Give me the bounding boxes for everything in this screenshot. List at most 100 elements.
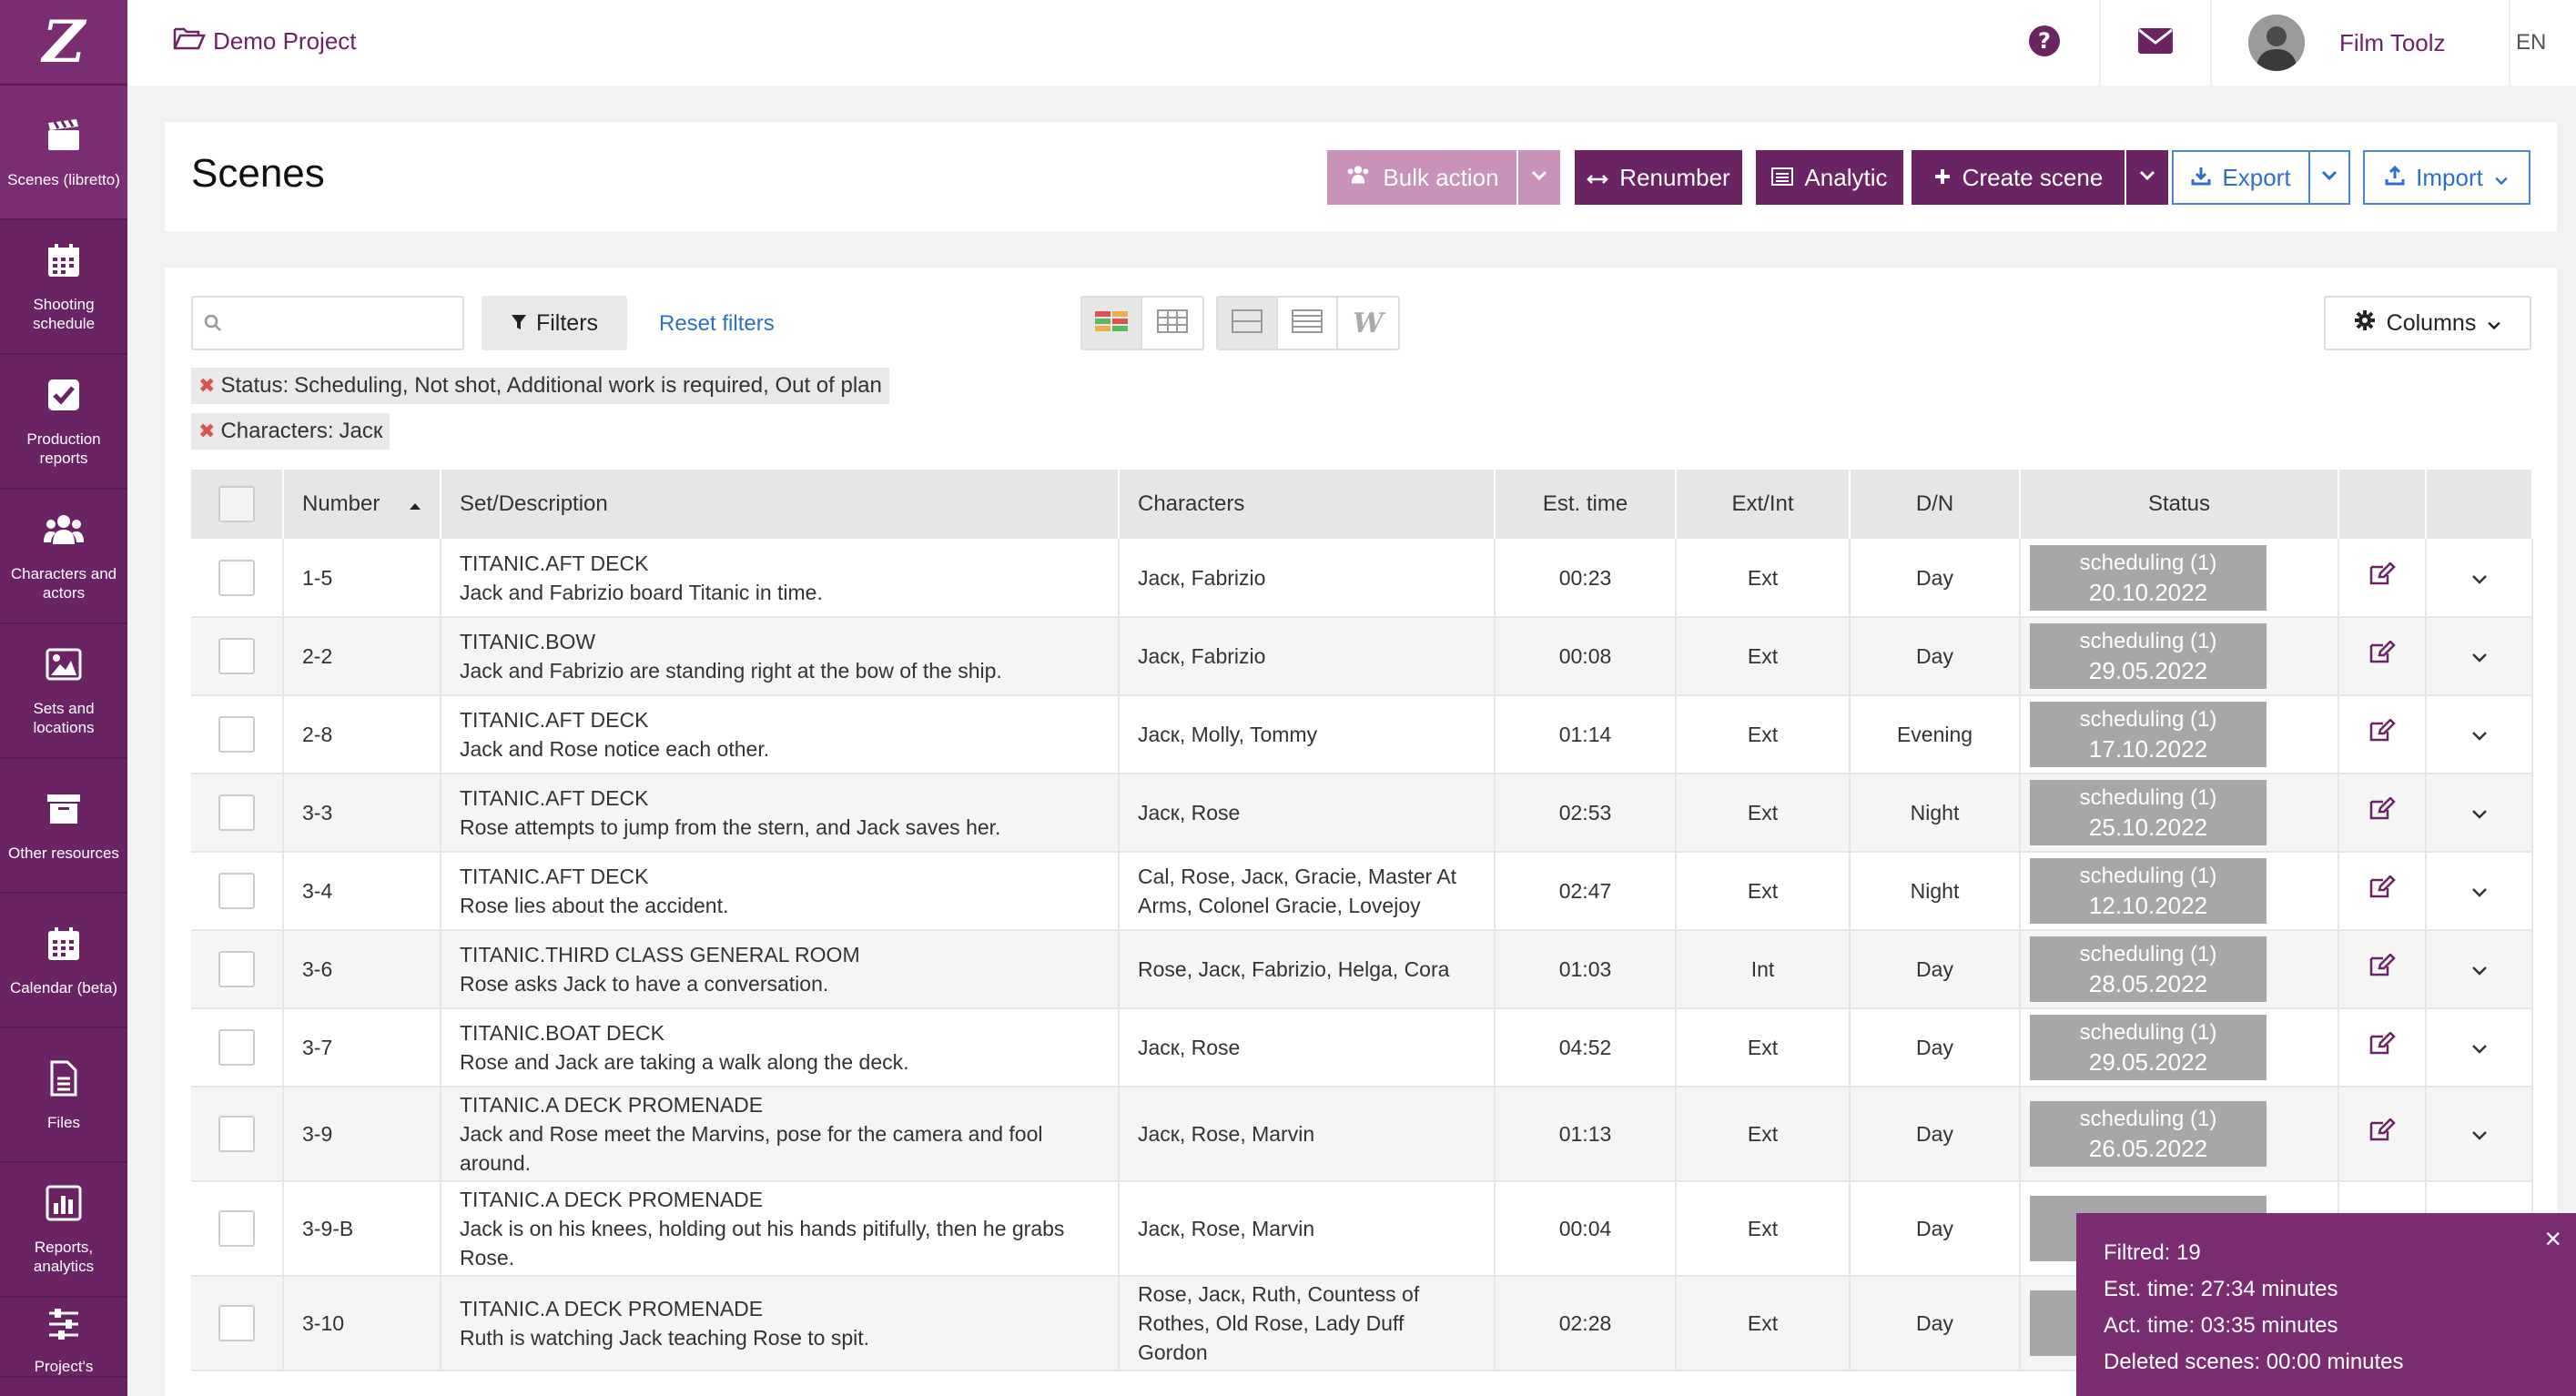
sidebar-item-scenes[interactable]: Scenes (libretto)	[0, 86, 127, 220]
edit-icon[interactable]	[2368, 640, 2396, 669]
sidebar-item-project-settings[interactable]: Project's	[0, 1298, 127, 1378]
row-checkbox[interactable]	[218, 559, 255, 596]
scene-est-time: 00:08	[1495, 617, 1677, 696]
grid-view-button[interactable]	[1142, 298, 1202, 349]
row-checkbox[interactable]	[218, 1029, 255, 1066]
bulk-action-button[interactable]: Bulk action	[1327, 150, 1516, 205]
color-rows-view-button[interactable]	[1082, 298, 1142, 349]
column-header-characters[interactable]: Characters	[1119, 470, 1496, 539]
remove-filter-icon[interactable]: ✖	[198, 374, 215, 398]
chevron-down-icon[interactable]	[2471, 801, 2488, 824]
sidebar-item-files[interactable]: Files	[0, 1028, 127, 1163]
row-checkbox[interactable]	[218, 951, 255, 987]
sidebar-item-calendar[interactable]: Calendar (beta)	[0, 894, 127, 1028]
chevron-down-icon[interactable]	[2471, 1036, 2488, 1059]
create-scene-button[interactable]: Create scene	[1912, 150, 2125, 205]
table-row[interactable]: 3-6 TITANIC.THIRD CLASS GENERAL ROOM Rose …	[191, 930, 2533, 1009]
column-header-edit	[2338, 470, 2427, 539]
chevron-down-icon[interactable]	[2471, 644, 2488, 668]
scene-description: Rose attempts to jump from the stern, an…	[460, 815, 1001, 839]
row-checkbox[interactable]	[218, 1305, 255, 1341]
scene-description: Jack and Fabrizio are standing right at …	[460, 659, 1002, 683]
scene-est-time: 02:53	[1495, 774, 1677, 853]
row-checkbox[interactable]	[218, 1210, 255, 1247]
row-checkbox[interactable]	[218, 873, 255, 909]
app-logo[interactable]: Z	[0, 0, 127, 86]
sidebar-item-characters[interactable]: Characters and actors	[0, 490, 127, 624]
status-badge[interactable]: scheduling (1) 12.10.2022	[2030, 858, 2267, 924]
sidebar-item-production-reports[interactable]: Production reports	[0, 355, 127, 490]
row-select-cell	[191, 774, 284, 853]
text-view-button[interactable]: W	[1338, 298, 1398, 349]
table-row[interactable]: 3-7 TITANIC.BOAT DECK Rose and Jack are ta…	[191, 1008, 2533, 1087]
sidebar-item-reports[interactable]: Reports, analytics	[0, 1163, 127, 1298]
export-dropdown[interactable]	[2308, 150, 2350, 205]
edit-icon[interactable]	[2368, 796, 2396, 825]
column-header-est-time[interactable]: Est. time	[1495, 470, 1677, 539]
chevron-down-icon[interactable]	[2471, 566, 2488, 590]
language-switch[interactable]: EN	[2509, 0, 2576, 86]
remove-filter-icon[interactable]: ✖	[198, 420, 215, 443]
status-badge[interactable]: scheduling (1) 26.05.2022	[2030, 1101, 2267, 1167]
row-wide-view-button[interactable]	[1218, 298, 1278, 349]
help-button[interactable]: ?	[1990, 0, 2099, 86]
edit-icon[interactable]	[2368, 875, 2396, 904]
export-button[interactable]: Export	[2172, 150, 2310, 205]
sidebar-item-other-resources[interactable]: Other resources	[0, 759, 127, 894]
import-button[interactable]: Import	[2363, 150, 2530, 205]
edit-cell	[2338, 930, 2427, 1009]
column-header-dn[interactable]: D/N	[1850, 470, 2021, 539]
row-checkbox[interactable]	[218, 716, 255, 753]
column-header-ext-int[interactable]: Ext/Int	[1676, 470, 1851, 539]
bulk-action-dropdown[interactable]	[1518, 150, 1560, 205]
row-checkbox[interactable]	[218, 1116, 255, 1152]
scene-ext-int: Ext	[1676, 852, 1851, 931]
scene-characters: Rose, Jacк, Ruth, Countess of Rothes, Ol…	[1119, 1276, 1496, 1371]
edit-icon[interactable]	[2368, 1118, 2396, 1147]
user-menu[interactable]: Film Toolz	[2210, 0, 2509, 86]
density-toggle: W	[1216, 296, 1400, 350]
close-icon[interactable]: ×	[2544, 1220, 2561, 1257]
project-link[interactable]: Demo Project	[173, 25, 357, 57]
chevron-down-icon[interactable]	[2471, 957, 2488, 981]
table-row[interactable]: 2-2 TITANIC.BOW Jack and Fabrizio are stan…	[191, 617, 2533, 696]
columns-button[interactable]: Columns	[2324, 296, 2531, 350]
edit-icon[interactable]	[2368, 953, 2396, 982]
status-badge[interactable]: scheduling (1) 25.10.2022	[2030, 780, 2267, 845]
edit-icon[interactable]	[2368, 718, 2396, 747]
sidebar-item-sets-locations[interactable]: Sets and locations	[0, 624, 127, 759]
chevron-down-icon[interactable]	[2471, 723, 2488, 746]
chevron-down-icon[interactable]	[2471, 879, 2488, 903]
column-header-status[interactable]: Status	[2020, 470, 2339, 539]
status-badge[interactable]: scheduling (1) 17.10.2022	[2030, 702, 2267, 767]
table-row[interactable]: 3-3 TITANIC.AFT DECK Rose attempts to jump…	[191, 774, 2533, 853]
filters-button[interactable]: Filters	[482, 296, 627, 350]
column-header-set[interactable]: Set/Description	[441, 470, 1120, 539]
status-date: 29.05.2022	[2088, 1048, 2208, 1076]
row-checkbox[interactable]	[218, 638, 255, 674]
select-all-checkbox[interactable]	[218, 486, 255, 522]
column-header-number[interactable]: Number	[283, 470, 441, 539]
table-row[interactable]: 3-9 TITANIC.A DECK PROMENADE Jack and Rose…	[191, 1087, 2533, 1182]
status-badge[interactable]: scheduling (1) 28.05.2022	[2030, 936, 2267, 1002]
messages-button[interactable]	[2099, 0, 2210, 86]
renumber-button[interactable]: Renumber	[1575, 150, 1742, 205]
table-row[interactable]: 3-4 TITANIC.AFT DECK Rose lies about the a…	[191, 852, 2533, 931]
status-badge[interactable]: scheduling (1) 29.05.2022	[2030, 623, 2267, 689]
chevron-down-icon[interactable]	[2471, 1122, 2488, 1146]
status-badge[interactable]: scheduling (1) 20.10.2022	[2030, 544, 2267, 611]
edit-icon[interactable]	[2368, 561, 2396, 591]
search-input-wrap[interactable]	[191, 296, 464, 350]
edit-icon[interactable]	[2368, 1031, 2396, 1060]
search-input[interactable]	[231, 298, 459, 349]
row-checkbox[interactable]	[218, 794, 255, 831]
analytic-button[interactable]: Analytic	[1756, 150, 1903, 205]
row-compact-view-button[interactable]	[1278, 298, 1338, 349]
create-scene-dropdown[interactable]	[2126, 150, 2168, 205]
edit-cell	[2338, 539, 2427, 618]
table-row[interactable]: 2-8 TITANIC.AFT DECK Jack and Rose notice …	[191, 695, 2533, 774]
sidebar-item-shooting-schedule[interactable]: Shooting schedule	[0, 220, 127, 355]
status-badge[interactable]: scheduling (1) 29.05.2022	[2030, 1015, 2267, 1080]
reset-filters-link[interactable]: Reset filters	[659, 311, 775, 337]
table-row[interactable]: 1-5 TITANIC.AFT DECK Jack and Fabrizio boa…	[191, 539, 2533, 618]
